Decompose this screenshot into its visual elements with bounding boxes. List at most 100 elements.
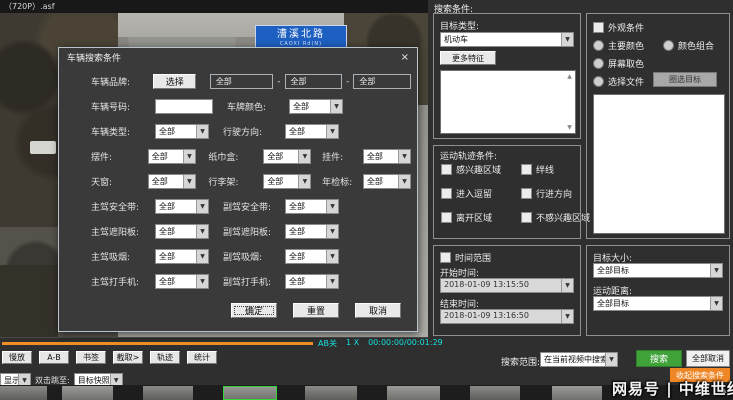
radio-color-combo[interactable]: 颜色组合 — [663, 39, 714, 52]
radio-icon[interactable] — [593, 58, 604, 69]
appearance-checkbox[interactable]: 外观条件 — [593, 21, 644, 34]
checkbox-icon[interactable] — [441, 164, 452, 175]
plate-number-input[interactable] — [155, 99, 213, 114]
capture-button[interactable]: 截取> — [113, 351, 143, 364]
scroll-up-icon[interactable]: ▲ — [565, 72, 574, 81]
pendant-dropdown[interactable]: 全部▼ — [363, 149, 411, 164]
slow-play-button[interactable]: 慢放 — [2, 351, 32, 364]
check-leave-region[interactable]: 离开区域 — [441, 211, 521, 224]
luggage-rack-dropdown[interactable]: 全部▼ — [263, 174, 311, 189]
chevron-down-icon[interactable]: ▼ — [398, 175, 410, 188]
radio-screen-pick[interactable]: 屏幕取色 — [593, 57, 644, 70]
snapshot-thumbnail[interactable] — [305, 386, 357, 400]
passenger-smoking-dropdown[interactable]: 全部▼ — [285, 249, 339, 264]
chevron-down-icon[interactable]: ▼ — [326, 200, 338, 213]
ab-repeat-button[interactable]: A-B — [39, 351, 69, 364]
plate-color-dropdown[interactable]: 全部▼ — [289, 99, 343, 114]
chevron-down-icon[interactable]: ▼ — [196, 200, 208, 213]
cancel-all-button[interactable]: 全部取消 — [686, 350, 730, 367]
driver-phone-dropdown[interactable]: 全部▼ — [155, 274, 209, 289]
chevron-down-icon[interactable]: ▼ — [710, 264, 722, 277]
chevron-down-icon[interactable]: ▼ — [605, 353, 617, 366]
tissue-box-dropdown[interactable]: 全部▼ — [263, 149, 311, 164]
brand-value-1[interactable]: 全部 — [210, 74, 273, 89]
dialog-titlebar[interactable]: 车辆搜索条件 × — [59, 48, 417, 66]
chevron-down-icon[interactable]: ▼ — [196, 250, 208, 263]
chevron-down-icon[interactable]: ▼ — [710, 297, 722, 310]
motion-distance-dropdown[interactable]: 全部目标▼ — [593, 296, 723, 311]
direction-dropdown[interactable]: 全部▼ — [285, 124, 339, 139]
passenger-visor-dropdown[interactable]: 全部▼ — [285, 224, 339, 239]
chevron-down-icon[interactable]: ▼ — [196, 125, 208, 138]
chevron-down-icon[interactable]: ▼ — [196, 225, 208, 238]
chevron-down-icon[interactable]: ▼ — [183, 175, 195, 188]
track-button[interactable]: 轨迹 — [150, 351, 180, 364]
passenger-phone-dropdown[interactable]: 全部▼ — [285, 274, 339, 289]
snapshot-thumbnail[interactable] — [552, 386, 602, 400]
search-button[interactable]: 搜索 — [636, 350, 682, 367]
checkbox-icon[interactable] — [521, 164, 532, 175]
driver-belt-dropdown[interactable]: 全部▼ — [155, 199, 209, 214]
radio-icon[interactable] — [593, 76, 604, 87]
radio-main-color[interactable]: 主要颜色 — [593, 39, 644, 52]
chevron-down-icon[interactable]: ▼ — [183, 150, 195, 163]
snapshot-thumbnail[interactable] — [143, 386, 193, 400]
target-size-dropdown[interactable]: 全部目标▼ — [593, 263, 723, 278]
chevron-down-icon[interactable]: ▼ — [326, 275, 338, 288]
snapshot-thumbnail-selected[interactable] — [223, 386, 277, 400]
snapshot-thumbnail[interactable] — [0, 386, 47, 400]
time-range-checkbox[interactable]: 时间范围 — [440, 251, 491, 264]
chevron-down-icon[interactable]: ▼ — [398, 150, 410, 163]
bookmark-button[interactable]: 书签 — [76, 351, 106, 364]
timeline-bar[interactable] — [2, 342, 313, 345]
checkbox-icon[interactable] — [441, 212, 452, 223]
chevron-down-icon[interactable]: ▼ — [561, 310, 573, 323]
ornament-dropdown[interactable]: 全部▼ — [148, 149, 196, 164]
end-time-dropdown[interactable]: 2018-01-09 13:16:50▼ — [440, 309, 574, 324]
close-icon[interactable]: × — [399, 52, 411, 63]
chevron-down-icon[interactable]: ▼ — [298, 175, 310, 188]
feature-listbox[interactable]: ▲ ▼ — [440, 70, 576, 134]
checkbox-icon[interactable] — [521, 212, 532, 223]
chevron-down-icon[interactable]: ▼ — [330, 100, 342, 113]
cancel-button[interactable]: 取消 — [355, 303, 401, 318]
check-roi[interactable]: 感兴趣区域 — [441, 163, 521, 176]
start-time-dropdown[interactable]: 2018-01-09 13:15:50▼ — [440, 278, 574, 293]
reset-button[interactable]: 重置 — [293, 303, 339, 318]
check-tripwire[interactable]: 绊线 — [521, 163, 590, 176]
chevron-down-icon[interactable]: ▼ — [561, 33, 573, 46]
snapshot-thumbnail[interactable] — [62, 386, 113, 400]
chevron-down-icon[interactable]: ▼ — [326, 225, 338, 238]
radio-select-file[interactable]: 选择文件 — [593, 75, 644, 88]
chevron-down-icon[interactable]: ▼ — [298, 150, 310, 163]
brand-value-3[interactable]: 全部 — [353, 74, 411, 89]
vehicle-type-dropdown[interactable]: 全部▼ — [155, 124, 209, 139]
chevron-down-icon[interactable]: ▼ — [196, 275, 208, 288]
ok-button[interactable]: 确定 — [231, 303, 277, 318]
sunroof-dropdown[interactable]: 全部▼ — [148, 174, 196, 189]
brand-select-button[interactable]: 选择 — [153, 74, 196, 89]
target-type-dropdown[interactable]: 机动车▼ — [440, 32, 574, 47]
driver-visor-dropdown[interactable]: 全部▼ — [155, 224, 209, 239]
passenger-belt-dropdown[interactable]: 全部▼ — [285, 199, 339, 214]
check-enter-stay[interactable]: 进入逗留 — [441, 187, 521, 200]
check-non-roi[interactable]: 不感兴趣区域 — [521, 211, 590, 224]
chevron-down-icon[interactable]: ▼ — [326, 250, 338, 263]
checkbox-icon[interactable] — [593, 22, 604, 33]
chevron-down-icon[interactable]: ▼ — [561, 279, 573, 292]
brand-value-2[interactable]: 全部 — [285, 74, 343, 89]
checkbox-icon[interactable] — [441, 188, 452, 199]
scroll-down-icon[interactable]: ▼ — [565, 123, 574, 132]
radio-icon[interactable] — [663, 40, 674, 51]
stats-button[interactable]: 统计 — [187, 351, 217, 364]
checkbox-icon[interactable] — [521, 188, 532, 199]
radio-icon[interactable] — [593, 40, 604, 51]
checkbox-icon[interactable] — [440, 252, 451, 263]
snapshot-thumbnail[interactable] — [470, 386, 520, 400]
search-scope-dropdown[interactable]: 在当前视频中搜索▼ — [540, 352, 618, 367]
circle-target-button[interactable]: 圈选目标 — [653, 72, 717, 87]
snapshot-thumbnail[interactable] — [387, 386, 440, 400]
check-direction[interactable]: 行进方向 — [521, 187, 590, 200]
inspection-mark-dropdown[interactable]: 全部▼ — [363, 174, 411, 189]
chevron-down-icon[interactable]: ▼ — [326, 125, 338, 138]
